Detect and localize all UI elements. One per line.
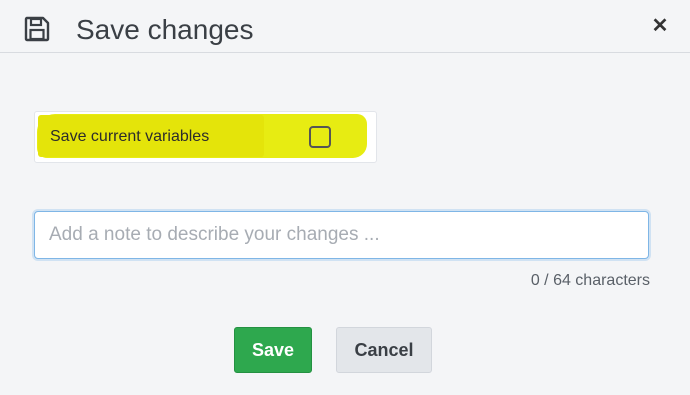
dialog-title: Save changes — [76, 14, 254, 45]
save-variables-checkbox[interactable] — [309, 126, 331, 148]
character-counter: 0 / 64 characters — [530, 272, 650, 289]
cancel-button[interactable]: Cancel — [336, 327, 432, 373]
change-note-input[interactable] — [34, 211, 649, 259]
floppy-disk-icon — [24, 16, 50, 42]
close-button[interactable]: ✕ — [650, 14, 670, 38]
save-button[interactable]: Save — [234, 327, 312, 373]
save-variables-label: Save current variables — [50, 128, 210, 145]
save-changes-dialog: Save changes ✕ Save current variables 0 … — [0, 0, 690, 395]
save-variables-option[interactable]: Save current variables — [34, 111, 377, 163]
dialog-header: Save changes ✕ — [0, 0, 690, 53]
